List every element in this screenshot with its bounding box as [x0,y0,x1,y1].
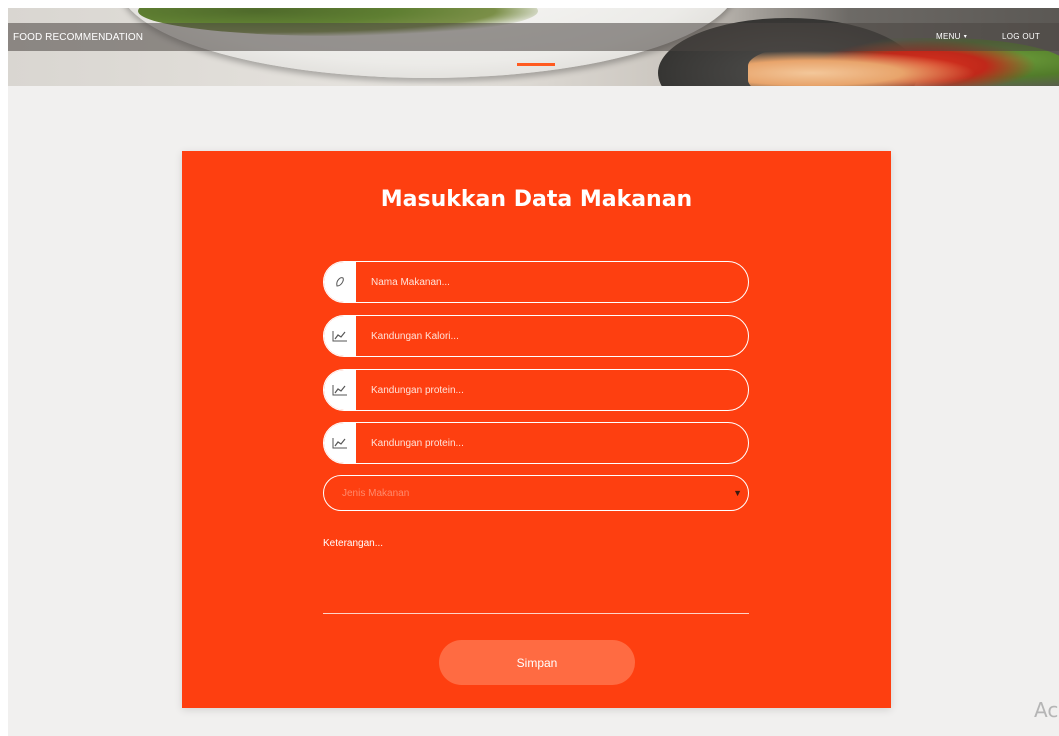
protein-input[interactable] [356,370,748,410]
calorie-field[interactable] [323,315,749,357]
page: FOOD RECOMMENDATION MENU ▾ LOG OUT Masuk… [8,8,1059,736]
food-icon [324,262,356,302]
menu-label: MENU [936,32,961,41]
form-title: Masukkan Data Makanan [380,187,693,212]
activation-watermark: Ac [1034,698,1059,722]
food-type-select[interactable]: Jenis Makanan ▼ [323,475,749,511]
food-name-field[interactable] [323,261,749,303]
description-textarea[interactable]: Keterangan... [323,538,383,549]
navbar [8,23,1059,51]
save-button[interactable]: Simpan [439,640,635,685]
header-banner: FOOD RECOMMENDATION MENU ▾ LOG OUT [8,8,1059,86]
caret-down-icon: ▾ [963,34,968,40]
protein-input-2[interactable] [356,423,748,463]
chart-icon [324,370,356,410]
food-form-card: Masukkan Data Makanan Nama Makanan... Ka… [182,151,891,708]
description-underline [323,613,749,614]
brand-title[interactable]: FOOD RECOMMENDATION [13,32,143,43]
protein-field[interactable] [323,369,749,411]
chart-icon [324,423,356,463]
calorie-input[interactable] [356,316,748,356]
protein-field-2[interactable] [323,422,749,464]
dropdown-arrow-icon: ▼ [733,488,742,498]
logout-link[interactable]: LOG OUT [1002,32,1040,41]
food-type-select-value: Jenis Makanan [342,487,410,499]
chart-icon [324,316,356,356]
header-accent-bar [517,63,555,66]
menu-dropdown[interactable]: MENU ▾ [936,32,967,41]
food-name-input[interactable] [356,262,748,302]
